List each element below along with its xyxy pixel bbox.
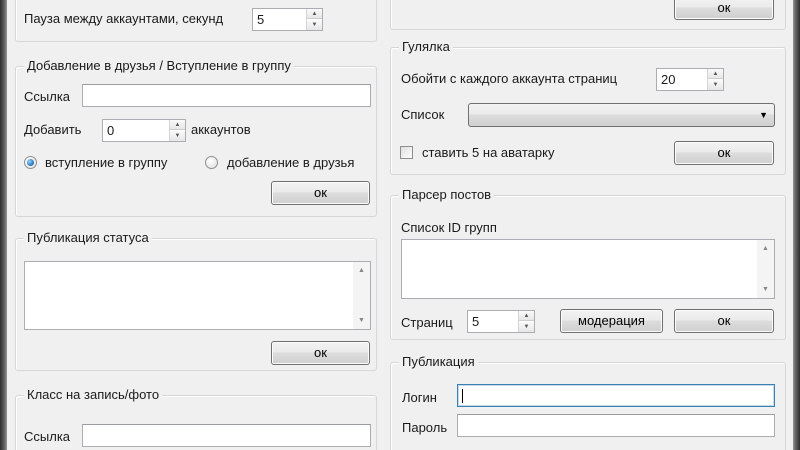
radio-add-friends[interactable] xyxy=(205,156,218,169)
walker-list-label: Список xyxy=(401,107,445,122)
parser-groups-textarea[interactable]: ▲ ▼ xyxy=(401,239,775,299)
pause-value[interactable]: 5 xyxy=(257,12,264,27)
class-link-label: Ссылка xyxy=(24,429,71,444)
spin-up-icon[interactable]: ▲ xyxy=(519,311,534,321)
spin-down-icon[interactable]: ▼ xyxy=(519,322,534,332)
pause-spinner-arrows: ▲ ▼ xyxy=(306,9,322,30)
status-textarea[interactable]: ▲ ▼ xyxy=(24,261,371,330)
window-bezel-left xyxy=(0,0,7,450)
window-bezel-right xyxy=(793,0,800,450)
spin-up-icon[interactable]: ▲ xyxy=(708,69,723,79)
walker-pages-spinner-arrows: ▲ ▼ xyxy=(707,69,723,90)
friends-add-value[interactable]: 0 xyxy=(107,123,114,138)
parser-pages-label: Страниц xyxy=(401,315,453,330)
walker-list-dropdown[interactable]: ▼ xyxy=(468,103,775,127)
friends-ok-button[interactable]: ок xyxy=(271,181,370,205)
parser-pages-value[interactable]: 5 xyxy=(472,314,479,329)
group-post-parser-title: Парсер постов xyxy=(399,187,495,202)
class-link-input[interactable] xyxy=(82,424,371,447)
friends-add-label: Добавить xyxy=(24,122,82,137)
friends-add-spinner-arrows: ▲ ▼ xyxy=(169,120,185,141)
password-label: Пароль xyxy=(402,420,448,435)
parser-ok-button[interactable]: ок xyxy=(674,309,774,333)
text-caret xyxy=(462,389,463,403)
login-label: Логин xyxy=(402,390,437,405)
walker-pages-spinner[interactable]: 20 ▲ ▼ xyxy=(656,68,724,91)
walker-pages-value[interactable]: 20 xyxy=(661,72,675,87)
walker-ok-button[interactable]: ок xyxy=(674,141,774,165)
moderation-button[interactable]: модерация xyxy=(560,309,663,333)
friends-link-label: Ссылка xyxy=(24,89,71,104)
scroll-up-icon[interactable]: ▲ xyxy=(757,240,774,257)
status-scrollbar[interactable]: ▲ ▼ xyxy=(353,262,370,329)
pause-spinner[interactable]: 5 ▲ ▼ xyxy=(252,8,323,31)
group-class-title: Класс на запись/фото xyxy=(24,387,163,402)
group-friends-join-title: Добавление в друзья / Вступление в групп… xyxy=(24,58,294,73)
avatar-checkbox-label[interactable]: ставить 5 на аватарку xyxy=(422,145,554,160)
password-input[interactable] xyxy=(457,414,775,437)
login-input[interactable] xyxy=(457,384,775,407)
group-walker-title: Гулялка xyxy=(399,39,453,54)
group-publication-title: Публикация xyxy=(399,354,478,369)
friends-link-input[interactable] xyxy=(82,84,371,107)
spin-down-icon[interactable]: ▼ xyxy=(708,80,723,90)
parser-groups-scrollbar[interactable]: ▲ ▼ xyxy=(757,240,774,298)
radio-join-group[interactable] xyxy=(24,156,37,169)
radio-add-friends-label[interactable]: добавление в друзья xyxy=(227,155,354,170)
pause-label: Пауза между аккаунтами, секунд xyxy=(24,11,224,26)
friends-add-spinner[interactable]: 0 ▲ ▼ xyxy=(102,119,186,142)
status-ok-button[interactable]: ок xyxy=(271,341,370,365)
top-ok-button[interactable]: ок xyxy=(674,0,774,20)
scroll-down-icon[interactable]: ▼ xyxy=(353,312,370,329)
group-status-title: Публикация статуса xyxy=(24,230,152,245)
parser-pages-spinner[interactable]: 5 ▲ ▼ xyxy=(467,310,535,333)
chevron-down-icon[interactable]: ▼ xyxy=(759,110,768,120)
window-client-area: Пауза между аккаунтами, секунд 5 ▲ ▼ Доб… xyxy=(7,0,793,450)
parser-groups-label: Список ID групп xyxy=(401,220,497,235)
scroll-down-icon[interactable]: ▼ xyxy=(757,281,774,298)
spin-down-icon[interactable]: ▼ xyxy=(170,131,185,141)
spin-down-icon[interactable]: ▼ xyxy=(307,20,322,30)
parser-pages-spinner-arrows: ▲ ▼ xyxy=(518,311,534,332)
spin-up-icon[interactable]: ▲ xyxy=(307,9,322,19)
radio-join-group-label[interactable]: вступление в группу xyxy=(45,155,167,170)
scroll-up-icon[interactable]: ▲ xyxy=(353,262,370,279)
walker-pages-label: Обойти с каждого аккаунта страниц xyxy=(401,71,618,86)
avatar-checkbox[interactable] xyxy=(400,146,413,159)
friends-accounts-label: аккаунтов xyxy=(191,122,251,137)
spin-up-icon[interactable]: ▲ xyxy=(170,120,185,130)
